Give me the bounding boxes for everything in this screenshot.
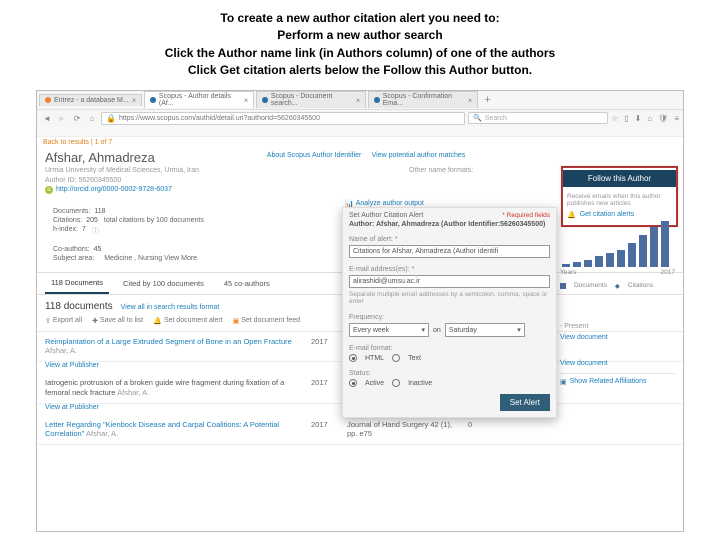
tab-documents[interactable]: 118 Documents (45, 273, 109, 294)
table-row: Letter Regarding "Kienbock Disease and C… (37, 415, 683, 446)
set-alert-button[interactable]: Set Alert (500, 394, 550, 411)
star-icon[interactable]: ☆ (611, 114, 618, 123)
required-note: * Required fields (502, 212, 550, 219)
view-document-link[interactable]: View document (560, 360, 675, 367)
rss-icon: ▣ (233, 317, 240, 325)
documents-count: 118 documents (45, 301, 113, 312)
other-name-formats: Other name formats: (267, 167, 473, 174)
instr-l3: Click the Author name link (in Authors c… (0, 45, 720, 62)
frequency-select[interactable]: Every week▾ (349, 323, 429, 337)
browser-window: Entrez - a database M...× Scopus - Autho… (36, 90, 684, 532)
bell-icon: 🔔 (153, 317, 162, 325)
metric-coauthors: Co-authors:45 (53, 246, 339, 253)
potential-matches-link[interactable]: View potential author matches (372, 152, 466, 159)
view-all-results-link[interactable]: View all in search results format (121, 304, 220, 311)
citation-alert-panel: Set Author Citation Alert * Required fie… (342, 207, 557, 419)
panel-author-label: Author: Afshar, Ahmadreza (Author Identi… (343, 221, 556, 232)
page-content: Back to results | 1 of 7 Afshar, Ahmadre… (37, 127, 683, 531)
breadcrumb[interactable]: Back to results | 1 of 7 (37, 137, 683, 148)
close-icon[interactable]: × (356, 96, 361, 105)
instr-l2: Perform a new author search (0, 27, 720, 44)
save-icon: ✚ (92, 317, 98, 325)
save-all-button[interactable]: ✚Save all to list (92, 317, 143, 325)
home-toolbar-icon[interactable]: ⌂ (647, 114, 652, 123)
status-active-radio[interactable] (349, 379, 357, 387)
metric-documents: Documents:118 (53, 208, 339, 215)
author-name: Afshar, Ahmadreza (45, 150, 199, 165)
set-doc-feed-button[interactable]: ▣Set document feed (233, 317, 300, 325)
follow-author-button[interactable]: Follow this Author (563, 170, 676, 187)
metric-citations: Citations:205total citations by 100 docu… (53, 217, 339, 224)
close-icon[interactable]: × (468, 96, 473, 105)
lock-icon: 🔒 (106, 114, 116, 123)
tab-entrez[interactable]: Entrez - a database M...× (39, 94, 142, 106)
new-tab-button[interactable]: + (480, 94, 494, 106)
chevron-down-icon: ▾ (517, 326, 521, 334)
chevron-down-icon: ▾ (421, 326, 425, 334)
forward-icon[interactable]: ► (56, 112, 68, 124)
view-document-link[interactable]: View document (560, 334, 675, 341)
shield-icon[interactable]: 🛡 (658, 114, 668, 123)
orcid-link[interactable]: ohttp://orcid.org/0000-0002-9728-6037 (45, 186, 199, 194)
tab-strip: Entrez - a database M...× Scopus - Autho… (37, 91, 683, 109)
doc-title-link[interactable]: Reimplantation of a Large Extruded Segme… (45, 337, 292, 346)
export-all-button[interactable]: ⇪Export all (45, 317, 82, 325)
show-related-affiliations-link[interactable]: ▣Show Related Affiliations (560, 373, 675, 386)
tab-citedby[interactable]: Cited by 100 documents (117, 274, 210, 293)
email-note: Separate multiple email addresses by a s… (349, 291, 550, 307)
chart-xlabel: Years (560, 269, 576, 276)
search-icon: 🔍 (473, 114, 482, 122)
sidebar-icon[interactable]: ▯ (624, 114, 628, 123)
doc-title-link[interactable]: Letter Regarding "Kienbock Disease and C… (45, 420, 279, 439)
reload-icon[interactable]: ⟳ (71, 112, 83, 124)
metric-subject: Subject area: Medicine , Nursing View Mo… (53, 255, 339, 262)
citation-chart: Years2017 Documents◆Citations (560, 217, 675, 287)
about-identifier-link[interactable]: About Scopus Author Identifier (267, 152, 362, 159)
alert-name-input[interactable]: Citations for Afshar, Ahmadreza (Author … (349, 245, 550, 258)
orcid-icon: o (45, 186, 53, 194)
tab-document-search[interactable]: Scopus - Document search...× (256, 91, 366, 108)
close-icon[interactable]: × (244, 96, 249, 105)
close-icon[interactable]: × (132, 96, 137, 105)
author-id: Author ID: 56260345500 (45, 177, 199, 184)
tab-coauthors[interactable]: 45 co-authors (218, 274, 276, 293)
url-bar: ◄ ► ⟳ ⌂ 🔒https://www.scopus.com/authid/d… (37, 109, 683, 127)
day-select[interactable]: Saturday▾ (445, 323, 525, 337)
panel-title: Set Author Citation Alert (349, 212, 423, 219)
sidebar-box: - Present View document View document ▣S… (560, 321, 675, 386)
status-inactive-radio[interactable] (392, 379, 400, 387)
menu-icon[interactable]: ≡ (674, 114, 679, 123)
metric-hindex: h-index:7ⓘ (53, 226, 339, 236)
doc-title: Iatrogenic protrusion of a broken guide … (45, 378, 284, 397)
search-input[interactable]: 🔍Search (468, 112, 608, 124)
instructions-block: To create a new author citation alert yo… (0, 0, 720, 88)
instr-l1: To create a new author citation alert yo… (0, 10, 720, 27)
plus-icon: ▣ (560, 378, 567, 386)
tab-author-details[interactable]: Scopus - Author details (Af...× (144, 91, 254, 108)
back-icon[interactable]: ◄ (41, 112, 53, 124)
tab-confirmation[interactable]: Scopus - Confirmation Ema...× (368, 91, 478, 108)
download-icon[interactable]: ⬇ (635, 114, 642, 123)
follow-note: Receive emails when this author publishe… (563, 193, 676, 211)
info-icon[interactable]: ⓘ (92, 226, 99, 236)
format-text-radio[interactable] (392, 354, 400, 362)
instr-l4: Click Get citation alerts below the Foll… (0, 62, 720, 79)
author-affiliation: Urmia University of Medical Sciences, Ur… (45, 167, 199, 174)
alert-email-input[interactable]: alirashidi@umsu.ac.ir (349, 275, 550, 288)
chart-xtick: 2017 (661, 269, 675, 276)
export-icon: ⇪ (45, 317, 51, 325)
home-icon[interactable]: ⌂ (86, 112, 98, 124)
url-input[interactable]: 🔒https://www.scopus.com/authid/detail.ur… (101, 112, 465, 125)
set-doc-alert-button[interactable]: 🔔Set document alert (153, 317, 222, 325)
format-html-radio[interactable] (349, 354, 357, 362)
